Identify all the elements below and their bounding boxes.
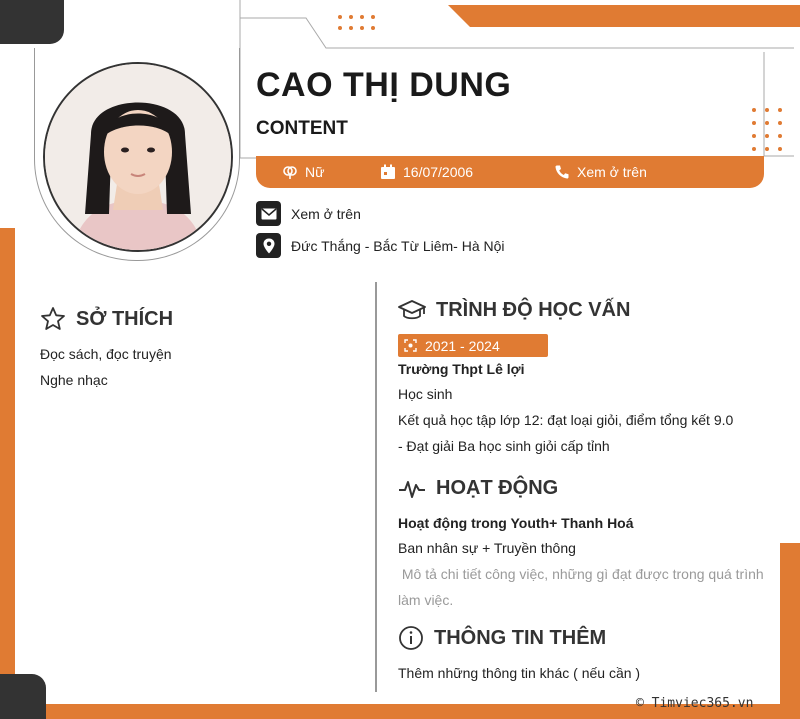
school-name: Trường Thpt Lê lợi (398, 361, 525, 377)
right-accent-bar (780, 543, 800, 719)
activities-title-text: HOẠT ĐỘNG (436, 477, 559, 499)
column-divider (375, 282, 377, 692)
education-period-badge: 2021 - 2024 (398, 334, 548, 357)
education-period: 2021 - 2024 (425, 337, 500, 354)
activity-description-line: làm việc. (398, 592, 454, 608)
additional-section-title: THÔNG TIN THÊM (398, 625, 606, 651)
target-icon (404, 339, 417, 352)
watermark: © Timviec365.vn (636, 696, 754, 711)
location-icon (256, 233, 281, 258)
hobbies-section-title: SỞ THÍCH (40, 306, 173, 332)
info-icon (399, 626, 423, 650)
gender-item: Nữ (282, 164, 324, 180)
phone-icon (555, 165, 569, 179)
birthdate-item: 16/07/2006 (380, 164, 473, 180)
left-accent-bar (0, 228, 15, 674)
activity-role: Ban nhân sự + Truyền thông (398, 540, 576, 556)
mail-icon (256, 201, 281, 226)
activity-organization: Hoạt động trong Youth+ Thanh Hoá (398, 515, 634, 531)
gender-value: Nữ (305, 164, 325, 180)
email-value: Xem ở trên (291, 205, 361, 222)
education-detail: Kết quả học tập lớp 12: đạt loại giỏi, đ… (398, 412, 734, 428)
hobby-item: Nghe nhạc (40, 372, 108, 388)
graduation-cap-icon (398, 300, 426, 320)
birthdate-value: 16/07/2006 (403, 164, 474, 180)
star-icon (41, 307, 65, 330)
phone-item: Xem ở trên (554, 164, 647, 180)
calendar-icon (381, 164, 395, 179)
corner-decoration-bottom-left (0, 674, 46, 719)
pulse-icon (399, 480, 425, 498)
corner-decoration-top-left (0, 0, 64, 44)
profile-photo (43, 62, 233, 252)
hobbies-title-text: SỞ THÍCH (76, 307, 174, 330)
job-position: CONTENT (256, 118, 348, 139)
education-detail: - Đạt giải Ba học sinh giỏi cấp tỉnh (398, 438, 610, 454)
candidate-name: CAO THỊ DUNG (256, 66, 512, 104)
gender-icon (283, 166, 297, 179)
address-value: Đức Thắng - Bắc Từ Liêm- Hà Nội (291, 237, 505, 254)
additional-title-text: THÔNG TIN THÊM (434, 626, 607, 649)
personal-info-bar: Nữ 16/07/2006 Xem ở trên (256, 156, 764, 188)
address-row: Đức Thắng - Bắc Từ Liêm- Hà Nội (256, 233, 505, 258)
additional-text: Thêm những thông tin khác ( nếu cần ) (398, 665, 641, 681)
hobby-item: Đọc sách, đọc truyện (40, 346, 172, 362)
activity-description-line: Mô tả chi tiết công việc, những gì đạt đ… (398, 566, 764, 582)
activities-section-title: HOẠT ĐỘNG (398, 477, 558, 500)
education-title-text: TRÌNH ĐỘ HỌC VẤN (436, 298, 631, 321)
education-degree: Học sinh (398, 386, 453, 402)
email-row: Xem ở trên (256, 201, 361, 226)
education-section-title: TRÌNH ĐỘ HỌC VẤN (398, 298, 630, 322)
phone-value: Xem ở trên (577, 164, 647, 180)
